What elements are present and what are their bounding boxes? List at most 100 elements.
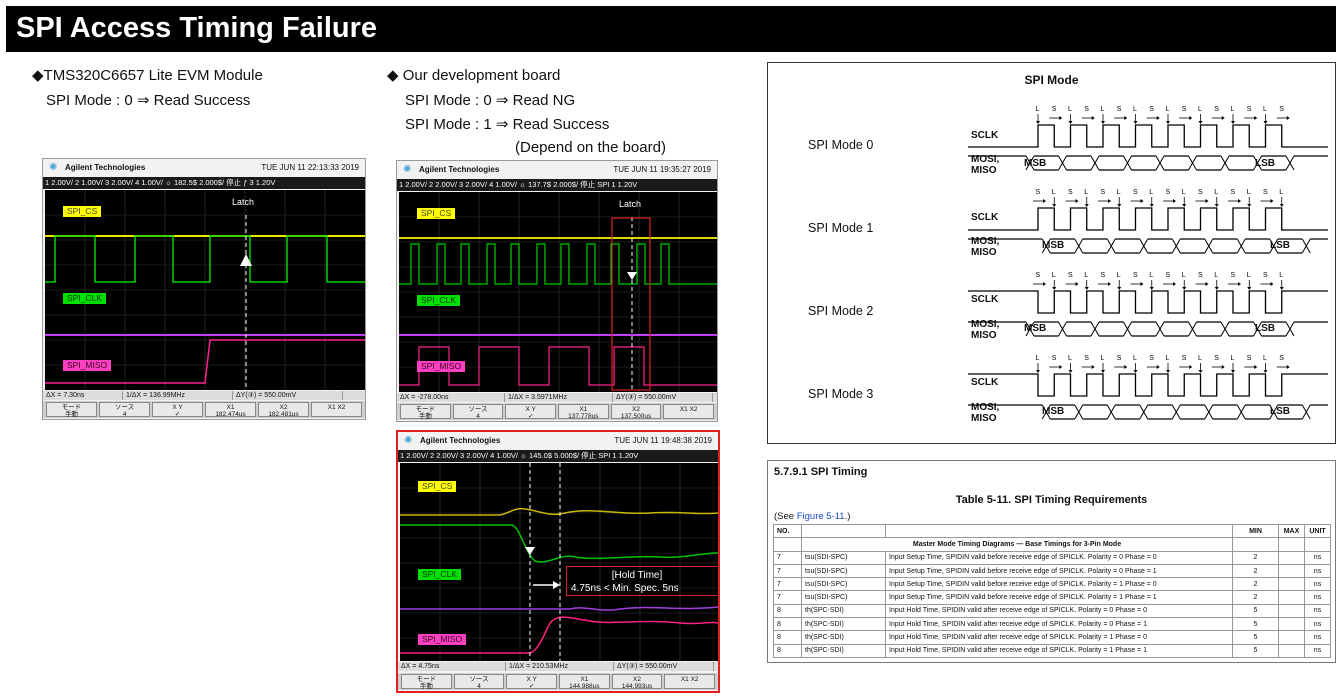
edge-letter: L <box>1182 272 1186 279</box>
edge-letter: S <box>1101 272 1106 279</box>
latch-arrow-head <box>1068 370 1073 373</box>
softkey-x1x2[interactable]: X1 X2 <box>311 402 362 417</box>
latch-arrow-head <box>1036 370 1040 373</box>
edge-letter: S <box>1068 189 1073 196</box>
edge-letter: S <box>1182 355 1187 362</box>
meas-dy: ΔY(③) = 550.00mV <box>233 391 343 400</box>
softkey-x1[interactable]: X1 182.474us <box>205 402 256 418</box>
table-row: 8 th(SPC-SDI) Input Hold Time, SPIDIN vali… <box>773 643 1331 658</box>
shift-arrow-head <box>1043 282 1046 286</box>
table-cell: th(SPC-SDI) <box>801 617 886 632</box>
edge-letter: S <box>1214 355 1219 362</box>
edge-letter: L <box>1117 189 1121 196</box>
edge-letter: S <box>1214 106 1219 113</box>
scope-brand: Agilent Technologies <box>65 163 146 172</box>
table-cell: 5 <box>1232 630 1279 645</box>
edge-letter: L <box>1279 272 1283 279</box>
edge-letter: L <box>1279 189 1283 196</box>
figure-link[interactable]: Figure 5-11 <box>797 511 845 522</box>
edge-letter: L <box>1231 355 1235 362</box>
latch-arrow-head <box>1182 204 1187 207</box>
edge-letter: S <box>1068 272 1073 279</box>
softkey-xy[interactable]: X Y ✓ <box>152 402 203 418</box>
shift-arrow-head <box>1205 282 1209 286</box>
edge-letter: L <box>1247 272 1251 279</box>
latch-arrow-head <box>1117 204 1122 207</box>
edge-letter: L <box>1182 189 1186 196</box>
softkey-source[interactable]: ソース 4 <box>452 404 504 420</box>
scope-softkeys: モード 手動 ソース 4 X Y ✓ X1 182.474us X2 182.4… <box>43 401 365 418</box>
latch-arrow-head <box>1166 370 1170 373</box>
softkey-mode[interactable]: モード 手動 <box>400 404 451 420</box>
table-cell: tsu(SDI-SPC) <box>801 577 886 592</box>
edge-letter: L <box>1084 272 1088 279</box>
softkey-source[interactable]: ソース 4 <box>453 674 505 690</box>
softkey-x2[interactable]: X2 144.993us <box>611 674 663 690</box>
scope-screen: SPI_CS SPI_CLK SPI_MISO Latch <box>399 192 717 392</box>
table-cell: ns <box>1304 617 1331 632</box>
edge-letter: L <box>1149 272 1153 279</box>
meas-freq: 1/ΔX = 136.99MHz <box>123 391 233 400</box>
table-cell: 5 <box>1232 643 1279 658</box>
table-cell: 2 <box>1232 590 1279 605</box>
label-spi-cs: SPI_CS <box>418 481 457 492</box>
agilent-logo-icon: ✺ <box>403 164 412 175</box>
table-cell: th(SPC-SDI) <box>801 603 886 619</box>
table-cell: 2 <box>1232 550 1279 565</box>
edge-letter: L <box>1263 355 1267 362</box>
table-cell: 7 <box>773 590 802 605</box>
shift-arrow-head <box>1108 282 1111 286</box>
table-header-cell: UNIT <box>1304 523 1331 539</box>
shift-arrow-head <box>1075 282 1079 286</box>
msb-label-0: MSB <box>1024 158 1047 169</box>
softkey-x1x2[interactable]: X1 X2 <box>663 404 715 419</box>
edge-letter: S <box>1247 106 1252 113</box>
shift-arrow-head <box>1140 199 1144 203</box>
edge-letter: L <box>1068 106 1072 113</box>
table-cell: ns <box>1304 577 1331 592</box>
softkey-xy[interactable]: X Y ✓ <box>505 404 557 420</box>
edge-letter: L <box>1068 355 1072 362</box>
softkey-x1x2[interactable]: X1 X2 <box>664 674 716 689</box>
edge-letter: S <box>1084 355 1089 362</box>
softkey-x1[interactable]: X1 144.988us <box>559 674 610 690</box>
edge-letter: L <box>1198 106 1202 113</box>
shift-arrow-head <box>1091 365 1095 369</box>
edge-letter: L <box>1052 189 1056 196</box>
table-header-cell <box>885 523 1233 539</box>
shift-arrow-head <box>1270 199 1274 203</box>
softkey-x1[interactable]: X1 137.778us <box>558 404 609 420</box>
edge-letter: S <box>1084 106 1089 113</box>
edge-letter: S <box>1166 189 1171 196</box>
hold-time-title: [Hold Time] <box>611 570 663 581</box>
lsb-label-1: LSB <box>1270 240 1290 251</box>
edge-letter: S <box>1166 272 1171 279</box>
softkey-mode[interactable]: モード 手動 <box>401 674 452 690</box>
meas-dx: ΔX = 4.75ns <box>398 662 506 671</box>
table-cell: ns <box>1304 550 1331 565</box>
edge-letter: S <box>1198 272 1203 279</box>
table-cell: 8 <box>773 617 802 632</box>
edge-letter: S <box>1052 106 1057 113</box>
scope-evm: ✺ Agilent Technologies TUE JUN 11 22:13:… <box>42 158 366 420</box>
middle-heading: ◆ Our development board <box>387 67 561 84</box>
shift-arrow-head <box>1140 282 1144 286</box>
latch-arrow-head <box>1263 370 1268 373</box>
left-line1: SPI Mode : 0 ⇒ Read Success <box>46 92 251 109</box>
softkey-x2[interactable]: X2 137.500us <box>610 404 662 420</box>
table-cell: 8 <box>773 603 802 619</box>
softkey-x2[interactable]: X2 182.481us <box>258 402 309 418</box>
softkey-source[interactable]: ソース 4 <box>99 402 150 418</box>
meas-dy: ΔY(③) = 550.00mV <box>614 662 714 671</box>
table-cell: tsu(SDI-SPC) <box>801 550 886 565</box>
edge-letter: S <box>1263 189 1268 196</box>
table-group-row: Master Mode Timing Diagrams — Base Timin… <box>773 537 1331 552</box>
shift-arrow-head <box>1124 365 1128 369</box>
softkey-xy[interactable]: X Y ✓ <box>506 674 558 690</box>
latch-arrow-head <box>1052 287 1057 290</box>
table-cell: th(SPC-SDI) <box>801 643 886 658</box>
table-cell: tsu(SDI-SPC) <box>801 590 886 605</box>
table-cell <box>1278 617 1305 632</box>
label-spi-clk: SPI_CLK <box>63 293 106 304</box>
softkey-mode[interactable]: モード 手動 <box>46 402 97 418</box>
